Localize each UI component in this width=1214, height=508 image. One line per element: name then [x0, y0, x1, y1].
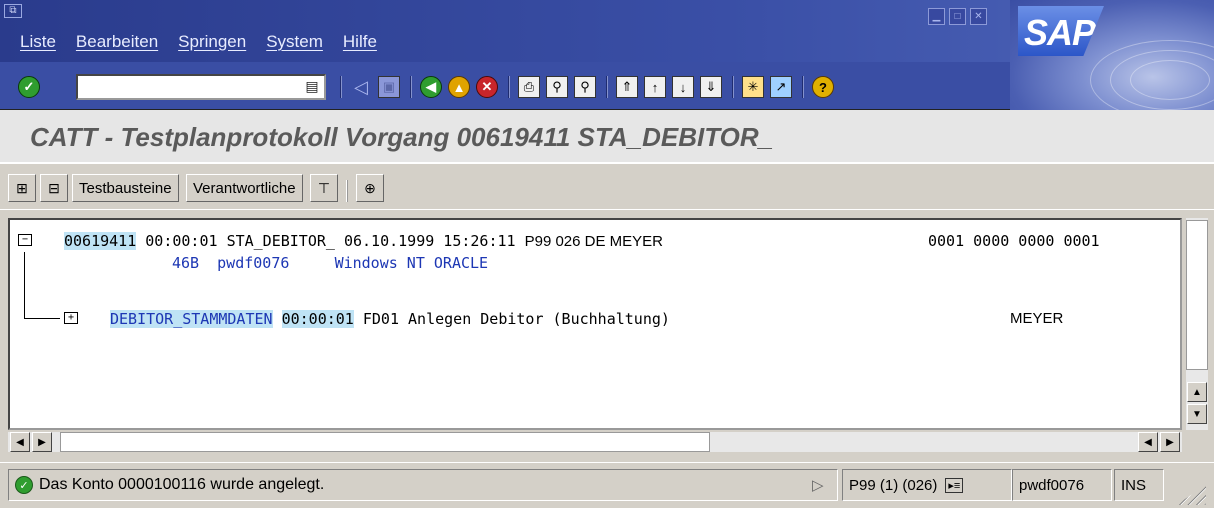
window-controls: ▁ □ ✕ — [928, 8, 987, 25]
root-name: STA_DEBITOR_ — [226, 232, 335, 250]
previous-page-icon[interactable]: ↑ — [642, 74, 668, 100]
menu-springen[interactable]: Springen — [168, 32, 256, 52]
root-os-db: Windows NT ORACLE — [334, 254, 489, 272]
save-icon[interactable]: ▣ — [376, 74, 402, 100]
next-page-icon[interactable]: ↓ — [670, 74, 696, 100]
collapse-subtree-icon[interactable]: ⊟ — [40, 174, 68, 202]
root-release: 46B — [172, 254, 200, 272]
cancel-icon[interactable]: ✕ — [474, 74, 500, 100]
status-message[interactable]: ✓ Das Konto 0000100116 wurde angelegt. — [8, 469, 838, 501]
menu-bearbeiten[interactable]: Bearbeiten — [66, 32, 168, 52]
resize-grip-icon[interactable] — [1176, 485, 1206, 505]
root-host: pwdf0076 — [217, 254, 290, 272]
command-field[interactable] — [76, 74, 326, 100]
child-name[interactable]: DEBITOR_STAMMDATEN — [110, 310, 273, 328]
horizontal-scrollbar[interactable]: ◀ ▶ ◀ ▶ — [8, 432, 1182, 452]
status-mode[interactable]: INS — [1114, 469, 1164, 501]
minimize-icon[interactable]: ▁ — [928, 8, 945, 25]
enter-icon[interactable]: ✓ — [16, 74, 42, 100]
child-tcode-desc: FD01 Anlegen Debitor (Buchhaltung) — [362, 310, 670, 328]
back-icon[interactable]: ◀ — [418, 74, 444, 100]
scroll-down-icon[interactable]: ▼ — [1187, 404, 1207, 424]
horizontal-scroll-thumb[interactable] — [60, 432, 710, 452]
collapse-node-icon[interactable]: − — [18, 234, 32, 246]
menu-system[interactable]: System — [256, 32, 333, 52]
vertical-scrollbar[interactable]: ▲ ▼ — [1186, 218, 1208, 430]
scroll-left-icon[interactable]: ◀ — [10, 432, 30, 452]
page-title: CATT - Testplanprotokoll Vorgang 0061941… — [30, 122, 774, 152]
verantwortliche-button[interactable]: Verantwortliche — [186, 174, 303, 202]
tree-connector — [24, 252, 25, 318]
tree-root-line: 00619411 00:00:01 STA_DEBITOR_ 06.10.199… — [64, 232, 663, 250]
command-field-arrow-icon[interactable]: ▤ — [300, 74, 324, 98]
filter-icon[interactable]: ⊤ — [310, 174, 338, 202]
tree-child-line: DEBITOR_STAMMDATEN 00:00:01 FD01 Anlegen… — [110, 310, 670, 328]
status-server: pwdf0076 — [1012, 469, 1112, 501]
root-details: 46B pwdf0076 Windows NT ORACLE — [172, 254, 488, 272]
expand-subtree-icon[interactable]: ⊞ — [8, 174, 36, 202]
back-arrow-icon[interactable]: ◁ — [348, 74, 374, 100]
execute-icon[interactable]: ⊕ — [356, 174, 384, 202]
menu-bar: Liste Bearbeiten Springen System Hilfe — [10, 32, 387, 52]
system-menu-icon[interactable]: ⧉ — [4, 4, 22, 18]
root-datetime: 06.10.1999 15:26:11 — [343, 232, 516, 250]
new-session-icon[interactable]: ✳ — [740, 74, 766, 100]
status-bar: ✓ Das Konto 0000100116 wurde angelegt. ▷… — [0, 462, 1214, 508]
standard-toolbar: ✓ ▤ ◁ ▣ ◀ ▲ ✕ ⎙ ⚲ ⚲ ⇑ ↑ ↓ ⇓ ✳ ↗ ? — [0, 62, 1010, 110]
child-user: MEYER — [1010, 310, 1064, 327]
menu-hilfe[interactable]: Hilfe — [333, 32, 387, 52]
scroll-right-icon[interactable]: ▶ — [32, 432, 52, 452]
system-info-icon[interactable]: ▸≡ — [945, 477, 964, 493]
scroll-left-icon[interactable]: ◀ — [1138, 432, 1158, 452]
first-page-icon[interactable]: ⇑ — [614, 74, 640, 100]
find-next-icon[interactable]: ⚲ — [572, 74, 598, 100]
testbausteine-button[interactable]: Testbausteine — [72, 174, 179, 202]
scroll-right-icon[interactable]: ▶ — [1160, 432, 1180, 452]
success-icon: ✓ — [15, 476, 33, 494]
sap-logo-area: SAP — [1010, 0, 1214, 110]
protocol-tree: − 00619411 00:00:01 STA_DEBITOR_ 06.10.1… — [8, 218, 1182, 430]
status-message-text: Das Konto 0000100116 wurde angelegt. — [39, 476, 325, 493]
vertical-scroll-thumb[interactable] — [1186, 220, 1208, 370]
last-page-icon[interactable]: ⇓ — [698, 74, 724, 100]
find-icon[interactable]: ⚲ — [544, 74, 570, 100]
menu-liste[interactable]: Liste — [10, 32, 66, 52]
shortcut-icon[interactable]: ↗ — [768, 74, 794, 100]
tree-connector — [24, 318, 60, 319]
status-expand-icon[interactable]: ▷ — [806, 469, 830, 501]
application-toolbar: ⊞ ⊟ Testbausteine Verantwortliche ⊤ ⊕ — [0, 166, 1214, 210]
expand-node-icon[interactable]: + — [64, 312, 78, 324]
maximize-icon[interactable]: □ — [949, 8, 966, 25]
scroll-up-icon[interactable]: ▲ — [1187, 382, 1207, 402]
root-counts: 0001 0000 0000 0001 — [928, 232, 1100, 250]
exit-icon[interactable]: ▲ — [446, 74, 472, 100]
child-duration: 00:00:01 — [281, 310, 354, 328]
help-icon[interactable]: ? — [810, 74, 836, 100]
sap-logo: SAP — [1018, 6, 1104, 56]
close-icon[interactable]: ✕ — [970, 8, 987, 25]
status-system[interactable]: P99 (1) (026) ▸≡ — [842, 469, 1012, 501]
root-id[interactable]: 00619411 — [64, 232, 137, 250]
root-duration: 00:00:01 — [145, 232, 218, 250]
print-icon[interactable]: ⎙ — [516, 74, 542, 100]
root-system: P99 026 DE MEYER — [524, 233, 663, 250]
title-area: CATT - Testplanprotokoll Vorgang 0061941… — [0, 110, 1214, 164]
